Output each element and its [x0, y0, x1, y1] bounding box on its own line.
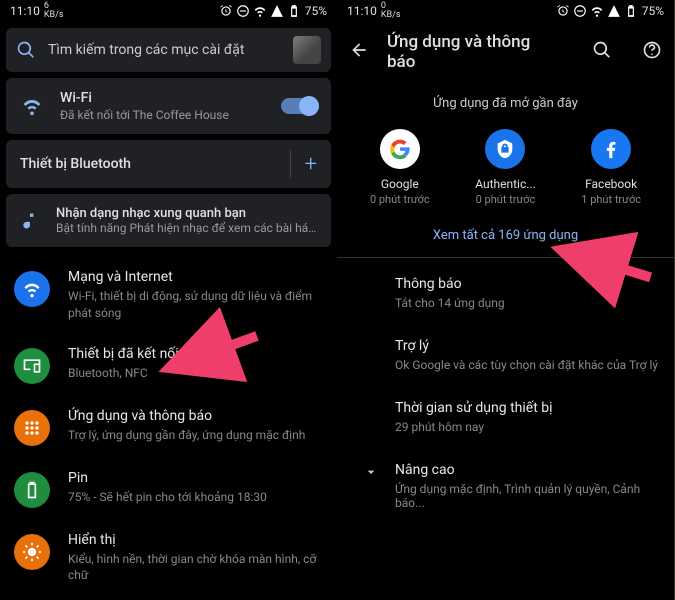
signal-icon	[270, 4, 284, 18]
display-icon	[14, 534, 50, 570]
dnd-icon	[236, 4, 250, 18]
now-playing-card[interactable]: Nhận dạng nhạc xung quanh bạn Bật tính n…	[6, 194, 331, 247]
setting-display[interactable]: Hiển thị Kiểu, hình nền, thời gian chờ k…	[0, 520, 337, 597]
recent-app-facebook[interactable]: Facebook 1 phút trước	[566, 129, 656, 206]
status-time: 11:10	[10, 4, 40, 18]
wifi-title: Wi-Fi	[60, 90, 265, 106]
settings-search[interactable]: Tìm kiếm trong các mục cài đặt	[6, 28, 331, 72]
setting-title: Pin	[68, 470, 323, 486]
setting-subtitle: Ok Google và các tùy chọn cài đặt khác c…	[395, 358, 674, 372]
setting-assistant[interactable]: Trợ lý Ok Google và các tùy chọn cài đặt…	[337, 324, 674, 386]
search-icon	[16, 40, 36, 60]
settings-list: Mạng và Internet Wi-Fi, thiết bị di động…	[0, 253, 337, 600]
facebook-icon	[591, 129, 631, 169]
devices-icon	[14, 348, 50, 384]
wifi-icon	[21, 95, 43, 117]
music-note-icon	[20, 211, 40, 231]
search-placeholder: Tìm kiếm trong các mục cài đặt	[48, 42, 281, 58]
network-speed: 6KB/s	[44, 2, 64, 20]
dnd-icon	[573, 4, 587, 18]
apps-notifications-screen: 11:10 0KB/s 75% Ứng dụng và thông báo	[337, 0, 674, 600]
wifi-toggle[interactable]	[281, 98, 317, 114]
alarm-icon	[556, 4, 570, 18]
setting-title: Nâng cao	[395, 462, 662, 478]
app-subtitle: 0 phút trước	[476, 193, 536, 206]
chevron-down-icon	[359, 462, 383, 480]
setting-subtitle: Trợ lý, ứng dụng gần đây, ứng dụng mặc đ…	[68, 427, 323, 444]
wifi-status-icon	[253, 4, 267, 18]
status-time: 11:10	[347, 4, 377, 18]
setting-subtitle: 29 phút hôm nay	[395, 420, 674, 434]
alarm-icon	[219, 4, 233, 18]
setting-battery[interactable]: Pin 75% - Sẽ hết pin cho tới khoảng 18:3…	[0, 458, 337, 520]
network-icon	[14, 271, 50, 307]
wifi-subtitle: Đã kết nối tới The Coffee House	[60, 108, 265, 122]
setting-title: Trợ lý	[395, 338, 674, 354]
setting-subtitle: Wi-Fi, thiết bị di động, sử dụng dữ liệu…	[68, 288, 323, 322]
setting-notifications[interactable]: Thông báo Tắt cho 14 ứng dụng	[337, 262, 674, 324]
divider	[290, 150, 291, 178]
setting-title: Thông báo	[395, 276, 674, 292]
back-button[interactable]	[349, 40, 369, 65]
profile-avatar[interactable]	[293, 36, 321, 64]
authenticator-icon	[485, 129, 525, 169]
battery-percent: 75%	[305, 4, 327, 18]
wifi-card[interactable]: Wi-Fi Đã kết nối tới The Coffee House	[6, 78, 331, 134]
battery-setting-icon	[14, 472, 50, 508]
battery-percent: 75%	[642, 4, 664, 18]
see-all-apps-link[interactable]: Xem tất cả 169 ứng dụng	[337, 220, 674, 257]
status-icons	[219, 4, 301, 18]
signal-icon	[607, 4, 621, 18]
app-name: Authentic...	[475, 177, 536, 191]
battery-icon	[287, 4, 301, 18]
divider	[337, 257, 674, 258]
music-title: Nhận dạng nhạc xung quanh bạn	[56, 206, 317, 221]
bluetooth-card[interactable]: Thiết bị Bluetooth +	[6, 140, 331, 188]
setting-subtitle: 75% - Sẽ hết pin cho tới khoảng 18:30	[68, 489, 323, 506]
setting-network[interactable]: Mạng và Internet Wi-Fi, thiết bị di động…	[0, 257, 337, 334]
bluetooth-title: Thiết bị Bluetooth	[20, 156, 276, 172]
music-subtitle: Bật tính năng Phát hiện nhạc để xem các …	[56, 221, 317, 235]
google-icon	[380, 129, 420, 169]
app-name: Google	[381, 177, 419, 191]
app-subtitle: 0 phút trước	[370, 193, 430, 206]
setting-title: Thiết bị đã kết nối	[68, 346, 323, 362]
setting-subtitle: Tắt cho 14 ứng dụng	[395, 296, 674, 310]
status-icons	[556, 4, 638, 18]
page-title: Ứng dụng và thông báo	[387, 32, 562, 72]
setting-devices[interactable]: Thiết bị đã kết nối Bluetooth, NFC	[0, 334, 337, 396]
wifi-status-icon	[590, 4, 604, 18]
help-button[interactable]	[642, 40, 662, 64]
recent-app-google[interactable]: Google 0 phút trước	[355, 129, 445, 206]
setting-subtitle: Bluetooth, NFC	[68, 365, 323, 382]
setting-advanced[interactable]: Nâng cao Ứng dụng mặc định, Trình quản l…	[337, 448, 674, 524]
setting-title: Ứng dụng và thông báo	[68, 408, 323, 424]
setting-title: Thời gian sử dụng thiết bị	[395, 400, 674, 416]
setting-screentime[interactable]: Thời gian sử dụng thiết bị 29 phút hôm n…	[337, 386, 674, 448]
setting-subtitle: Kiểu, hình nền, thời gian chờ khóa màn h…	[68, 551, 323, 585]
setting-sound[interactable]: Âm thanh Âm lượng, rung, Không làm phiền	[0, 596, 337, 600]
status-bar: 11:10 6KB/s 75%	[0, 0, 337, 22]
status-bar: 11:10 0KB/s 75%	[337, 0, 674, 22]
settings-main-screen: 11:10 6KB/s 75% Tìm kiếm trong các mục c…	[0, 0, 337, 600]
network-speed: 0KB/s	[381, 2, 401, 20]
screen-header: Ứng dụng và thông báo	[337, 22, 674, 82]
setting-subtitle: Ứng dụng mặc định, Trình quản lý quyền, …	[395, 482, 662, 510]
app-subtitle: 1 phút trước	[581, 193, 641, 206]
recent-apps-row: Google 0 phút trước Authentic... 0 phút …	[337, 129, 674, 220]
apps-icon	[14, 410, 50, 446]
setting-apps[interactable]: Ứng dụng và thông báo Trợ lý, ứng dụng g…	[0, 396, 337, 458]
add-bluetooth-icon[interactable]: +	[305, 152, 317, 177]
search-button[interactable]	[592, 40, 612, 64]
recent-app-authenticator[interactable]: Authentic... 0 phút trước	[460, 129, 550, 206]
setting-title: Hiển thị	[68, 532, 323, 548]
battery-icon	[624, 4, 638, 18]
app-name: Facebook	[585, 177, 637, 191]
setting-title: Mạng và Internet	[68, 269, 323, 285]
recent-apps-header: Ứng dụng đã mở gần đây	[337, 82, 674, 129]
